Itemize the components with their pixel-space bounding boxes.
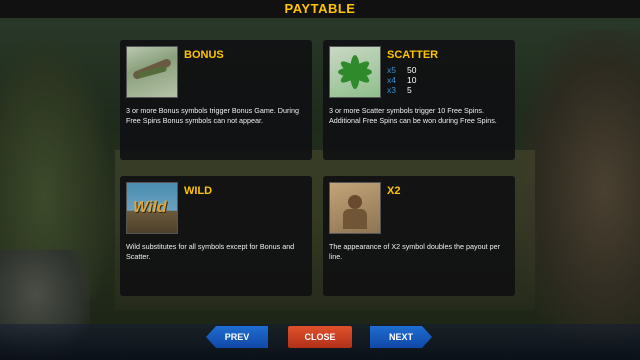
symbol-name: BONUS: [184, 49, 224, 61]
symbol-name: WILD: [184, 185, 213, 197]
payout-multiplier: x4: [387, 75, 396, 85]
symbol-description: 3 or more Bonus symbols trigger Bonus Ga…: [126, 106, 299, 125]
payout-value: 5: [407, 85, 412, 95]
symbol-name: SCATTER: [387, 49, 439, 61]
symbol-name: X2: [387, 185, 401, 197]
palm-leaves-icon: [329, 46, 381, 98]
payout-row: x4 10: [387, 75, 416, 85]
payout-list: x5 50 x4 10 x3 5: [387, 65, 416, 95]
payout-row: x5 50: [387, 65, 416, 75]
paytable-card-bonus: BONUS 3 or more Bonus symbols trigger Bo…: [120, 40, 312, 160]
paytable-card-wild: Wild WILD Wild substitutes for all symbo…: [120, 176, 312, 296]
payout-row: x3 5: [387, 85, 416, 95]
close-button[interactable]: CLOSE: [288, 326, 352, 348]
page-title: PAYTABLE: [0, 0, 640, 18]
prev-button[interactable]: PREV: [206, 326, 268, 348]
blurred-game-background: [0, 0, 640, 360]
payout-value: 10: [407, 75, 417, 85]
explorer-in-sand-icon: [329, 182, 381, 234]
wild-sign-icon: Wild: [126, 182, 178, 234]
paytable-card-x2: X2 The appearance of X2 symbol doubles t…: [323, 176, 515, 296]
payout-value: 50: [407, 65, 417, 75]
wild-sign-text: Wild: [133, 199, 167, 216]
payout-multiplier: x5: [387, 65, 396, 75]
symbol-description: 3 or more Scatter symbols trigger 10 Fre…: [329, 106, 497, 125]
next-button[interactable]: NEXT: [370, 326, 432, 348]
snake-on-branch-icon: [126, 46, 178, 98]
symbol-description: Wild substitutes for all symbols except …: [126, 242, 295, 261]
payout-multiplier: x3: [387, 85, 396, 95]
paytable-card-scatter: SCATTER x5 50 x4 10 x3 5 3 or more Scatt…: [323, 40, 515, 160]
background-scenery: [520, 30, 640, 350]
symbol-description: The appearance of X2 symbol doubles the …: [329, 242, 501, 261]
